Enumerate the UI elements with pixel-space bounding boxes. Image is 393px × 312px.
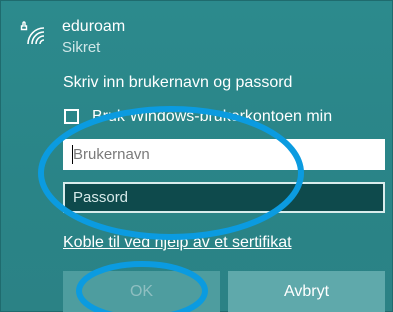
- network-name: eduroam: [62, 18, 126, 35]
- username-input[interactable]: [63, 139, 385, 170]
- wifi-secured-icon: [20, 21, 45, 45]
- use-windows-account-label[interactable]: Bruk Windows-brukerkontoen min: [92, 108, 332, 126]
- wifi-login-panel: eduroam Sikret Skriv inn brukernavn og p…: [0, 0, 393, 312]
- annotation-circle-fields: [38, 106, 304, 240]
- credentials-prompt: Skriv inn brukernavn og passord: [63, 74, 293, 91]
- password-input[interactable]: [63, 182, 385, 213]
- connect-with-certificate-link[interactable]: Koble til ved hjelp av et sertifikat: [63, 234, 292, 252]
- text-caret: [72, 145, 73, 164]
- cancel-button[interactable]: Avbryt: [228, 271, 385, 312]
- use-windows-account-checkbox[interactable]: [64, 109, 79, 124]
- ok-button[interactable]: OK: [63, 271, 220, 312]
- network-status: Sikret: [62, 39, 101, 56]
